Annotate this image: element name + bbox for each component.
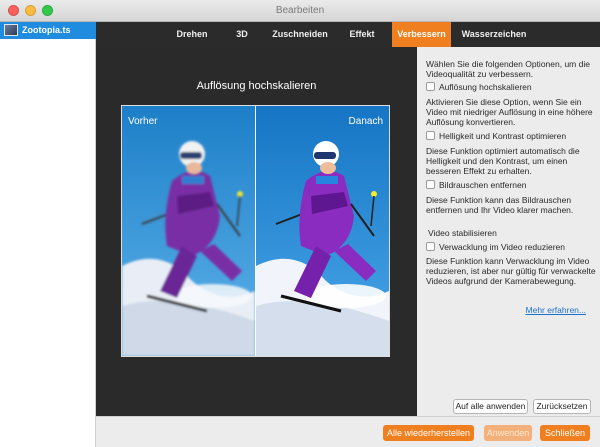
upscale-resolution-checkbox[interactable]: Auflösung hochskalieren <box>426 82 596 92</box>
tab-zuschneiden[interactable]: Zuschneiden <box>266 22 334 47</box>
tab-3d[interactable]: 3D <box>227 22 257 47</box>
file-list-item[interactable]: Zootopia.ts <box>0 22 96 39</box>
before-skier-image <box>122 106 255 356</box>
video-thumbnail-icon <box>4 24 18 36</box>
before-preview: Vorher <box>122 106 255 356</box>
tab-drehen[interactable]: Drehen <box>167 22 217 47</box>
stabilize-description: Diese Funktion kann Verwacklung im Video… <box>426 256 596 286</box>
window-title: Bearbeiten <box>275 5 325 16</box>
checkbox-icon[interactable] <box>426 82 435 91</box>
brightness-description: Diese Funktion optimiert automatisch die… <box>426 146 580 176</box>
denoise-description: Diese Funktion kann das Bildrauschen ent… <box>426 195 574 215</box>
apply-to-all-button[interactable]: Auf alle anwenden <box>453 399 528 414</box>
intro-text: Wählen Sie die folgenden Optionen, um di… <box>426 59 590 79</box>
footer-bar: Alle wiederherstellen Anwenden Schließen <box>96 416 600 447</box>
restore-all-button[interactable]: Alle wiederherstellen <box>383 425 474 441</box>
close-button[interactable]: Schließen <box>540 425 590 441</box>
preview-title: Auflösung hochskalieren <box>196 80 317 92</box>
checkbox-icon[interactable] <box>426 131 435 140</box>
brightness-contrast-checkbox[interactable]: Helligkeit und Kontrast optimieren <box>426 131 596 141</box>
learn-more-link[interactable]: Mehr erfahren... <box>526 305 586 315</box>
edit-tab-bar: Drehen 3D Zuschneiden Effekt Verbessern … <box>96 22 600 47</box>
option-label: Helligkeit und Kontrast optimieren <box>439 131 567 141</box>
preview-area: Auflösung hochskalieren Vorher Danach <box>96 47 417 416</box>
reduce-shake-checkbox[interactable]: Verwacklung im Video reduzieren <box>426 242 596 252</box>
after-label: Danach <box>348 116 383 127</box>
tab-verbessern[interactable]: Verbessern <box>392 22 451 47</box>
title-bar: Bearbeiten <box>0 0 600 22</box>
apply-button[interactable]: Anwenden <box>484 425 532 441</box>
stabilize-heading: Video stabilisieren <box>428 228 497 238</box>
checkbox-icon[interactable] <box>426 180 435 189</box>
edit-window: Bearbeiten Zootopia.ts Drehen 3D Zuschne… <box>0 0 600 447</box>
file-name: Zootopia.ts <box>22 25 71 35</box>
denoise-checkbox[interactable]: Bildrauschen entfernen <box>426 180 596 190</box>
enhance-options-panel: Wählen Sie die folgenden Optionen, um di… <box>417 47 600 416</box>
checkbox-icon[interactable] <box>426 242 435 251</box>
upscale-description: Aktivieren Sie diese Option, wenn Sie ei… <box>426 97 593 127</box>
option-label: Verwacklung im Video reduzieren <box>439 242 565 252</box>
reset-button[interactable]: Zurücksetzen <box>533 399 591 414</box>
option-label: Bildrauschen entfernen <box>439 180 527 190</box>
tab-effekt[interactable]: Effekt <box>341 22 383 47</box>
after-skier-image <box>256 106 389 356</box>
after-preview: Danach <box>256 106 389 356</box>
before-label: Vorher <box>128 116 158 127</box>
file-list-sidebar: Zootopia.ts <box>0 22 96 447</box>
tab-wasserzeichen[interactable]: Wasserzeichen <box>458 22 530 47</box>
before-after-comparison: Vorher Danach <box>121 105 390 357</box>
option-label: Auflösung hochskalieren <box>439 82 532 92</box>
